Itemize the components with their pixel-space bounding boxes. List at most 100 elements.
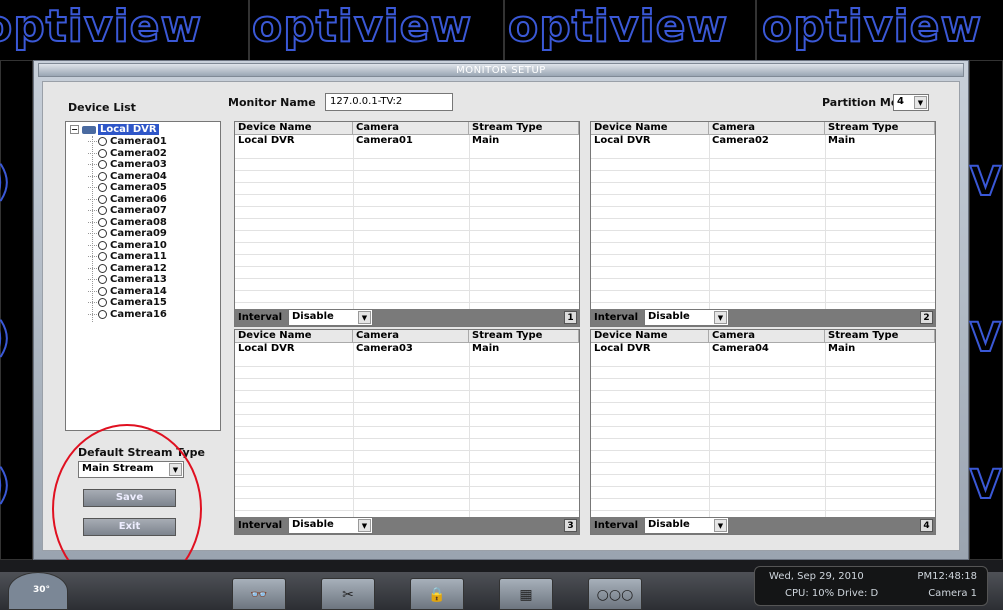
tree-connector xyxy=(88,164,97,166)
brand-logo: optiview xyxy=(0,1,203,53)
table-row[interactable]: Local DVR Camera04 Main xyxy=(591,343,935,355)
tree-item-camera[interactable]: Camera11 xyxy=(88,251,167,263)
dropdown-arrow-icon[interactable]: ▼ xyxy=(714,519,727,532)
tree-connector xyxy=(88,141,97,143)
tree-item-label: Camera12 xyxy=(110,262,167,274)
monitor-partition-panel[interactable]: Device Name Camera Stream Type Local DVR Cam… xyxy=(234,121,580,327)
tree-item-camera[interactable]: Camera08 xyxy=(88,217,167,229)
monitor-name-label: Monitor Name xyxy=(228,96,316,109)
interval-select[interactable]: Disable ▼ xyxy=(288,517,373,534)
partition-number: 2 xyxy=(920,311,933,324)
dialog-titlebar[interactable]: MONITOR SETUP xyxy=(38,63,964,77)
lock-button[interactable]: 🔒 xyxy=(410,578,464,610)
monitor-partition-panel[interactable]: Device Name Camera Stream Type Local DVR Cam… xyxy=(234,329,580,535)
column-header[interactable]: Device Name xyxy=(591,330,709,342)
interval-label: Interval xyxy=(594,312,639,323)
column-divider xyxy=(469,343,470,517)
camera-icon xyxy=(98,183,107,193)
divider xyxy=(248,0,250,60)
tree-item-camera[interactable]: Camera04 xyxy=(88,171,167,183)
interval-label: Interval xyxy=(238,312,283,323)
tree-item-label: Camera10 xyxy=(110,239,167,251)
tree-connector xyxy=(88,187,97,189)
camera-icon xyxy=(98,275,107,285)
time-display: PM12:48:18 xyxy=(917,571,977,582)
tree-connector xyxy=(88,233,97,235)
column-header[interactable]: Device Name xyxy=(235,330,353,342)
column-header[interactable]: Device Name xyxy=(591,122,709,134)
tree-item-camera[interactable]: Camera15 xyxy=(88,297,167,309)
column-header[interactable]: Camera xyxy=(709,330,825,342)
interval-label: Interval xyxy=(238,520,283,531)
monitor-partition-panel[interactable]: Device Name Camera Stream Type Local DVR Cam… xyxy=(590,329,936,535)
interval-select[interactable]: Disable ▼ xyxy=(288,309,373,326)
brand-logo: optiview xyxy=(251,1,473,53)
table-body xyxy=(591,147,935,309)
partition-mode-select[interactable]: 4 ▼ xyxy=(893,94,929,111)
tree-root-local-dvr[interactable]: − Local DVR xyxy=(70,124,159,135)
brand-fragment-icon: V xyxy=(969,315,1002,361)
search-button[interactable]: 👓 xyxy=(232,578,286,610)
tree-item-camera[interactable]: Camera06 xyxy=(88,194,167,206)
column-header[interactable]: Stream Type xyxy=(469,330,579,342)
tree-item-label: Camera04 xyxy=(110,170,167,182)
ptz-dial[interactable]: 30° xyxy=(8,572,68,610)
interval-value: Disable xyxy=(292,311,334,322)
interval-select[interactable]: Disable ▼ xyxy=(644,517,729,534)
tree-item-camera[interactable]: Camera05 xyxy=(88,182,167,194)
column-header[interactable]: Stream Type xyxy=(825,122,935,134)
column-header[interactable]: Stream Type xyxy=(469,122,579,134)
camera-icon xyxy=(98,160,107,170)
tree-item-label: Camera06 xyxy=(110,193,167,205)
table-body xyxy=(235,355,579,517)
camera-icon xyxy=(98,229,107,239)
column-divider xyxy=(469,135,470,309)
tree-item-camera[interactable]: Camera14 xyxy=(88,286,167,298)
column-header[interactable]: Stream Type xyxy=(825,330,935,342)
tree-item-camera[interactable]: Camera10 xyxy=(88,240,167,252)
monitor-name-field[interactable]: 127.0.0.1-TV:2 xyxy=(325,93,453,111)
stream-cell: Main xyxy=(828,343,856,354)
monitor-partition-panel[interactable]: Device Name Camera Stream Type Local DVR Cam… xyxy=(590,121,936,327)
tree-item-label: Camera09 xyxy=(110,228,167,240)
table-row[interactable]: Local DVR Camera03 Main xyxy=(235,343,579,355)
column-divider xyxy=(353,135,354,309)
tree-item-camera[interactable]: Camera07 xyxy=(88,205,167,217)
tree-item-camera[interactable]: Camera16 xyxy=(88,309,167,321)
table-row[interactable]: Local DVR Camera01 Main xyxy=(235,135,579,147)
tree-item-camera[interactable]: Camera03 xyxy=(88,159,167,171)
column-header[interactable]: Camera xyxy=(353,122,469,134)
tree-item-camera[interactable]: Camera12 xyxy=(88,263,167,275)
dropdown-arrow-icon[interactable]: ▼ xyxy=(358,519,371,532)
tree-item-camera[interactable]: Camera09 xyxy=(88,228,167,240)
column-header[interactable]: Camera xyxy=(709,122,825,134)
tree-connector xyxy=(88,152,97,154)
tree-item-label: Camera03 xyxy=(110,159,167,171)
interval-select[interactable]: Disable ▼ xyxy=(644,309,729,326)
tree-item-camera[interactable]: Camera13 xyxy=(88,274,167,286)
collapse-icon[interactable]: − xyxy=(70,125,79,134)
column-divider xyxy=(825,135,826,309)
camera-icon xyxy=(98,148,107,158)
column-header[interactable]: Device Name xyxy=(235,122,353,134)
tree-connector xyxy=(88,210,97,212)
tree-item-camera[interactable]: Camera01 xyxy=(88,136,167,148)
dropdown-arrow-icon[interactable]: ▼ xyxy=(914,96,927,109)
stream-cell: Main xyxy=(828,135,856,146)
dropdown-arrow-icon[interactable]: ▼ xyxy=(714,311,727,324)
network-button[interactable]: ▦ xyxy=(499,578,553,610)
tree-item-camera[interactable]: Camera02 xyxy=(88,148,167,160)
tree-connector xyxy=(88,256,97,258)
column-header[interactable]: Camera xyxy=(353,330,469,342)
tree-item-label: Camera08 xyxy=(110,216,167,228)
more-button[interactable]: ○○○ xyxy=(588,578,642,610)
dropdown-arrow-icon[interactable]: ▼ xyxy=(358,311,371,324)
tree-item-label: Camera02 xyxy=(110,147,167,159)
stream-cell: Main xyxy=(472,135,500,146)
camera-icon xyxy=(98,217,107,227)
panel-footer: Interval Disable ▼ 4 xyxy=(591,517,935,534)
setup-button[interactable]: ✂ xyxy=(321,578,375,610)
device-tree[interactable]: − Local DVR Camera01 Camera02 Camera03 Came… xyxy=(65,121,221,431)
panel-footer: Interval Disable ▼ 3 xyxy=(235,517,579,534)
table-row[interactable]: Local DVR Camera02 Main xyxy=(591,135,935,147)
